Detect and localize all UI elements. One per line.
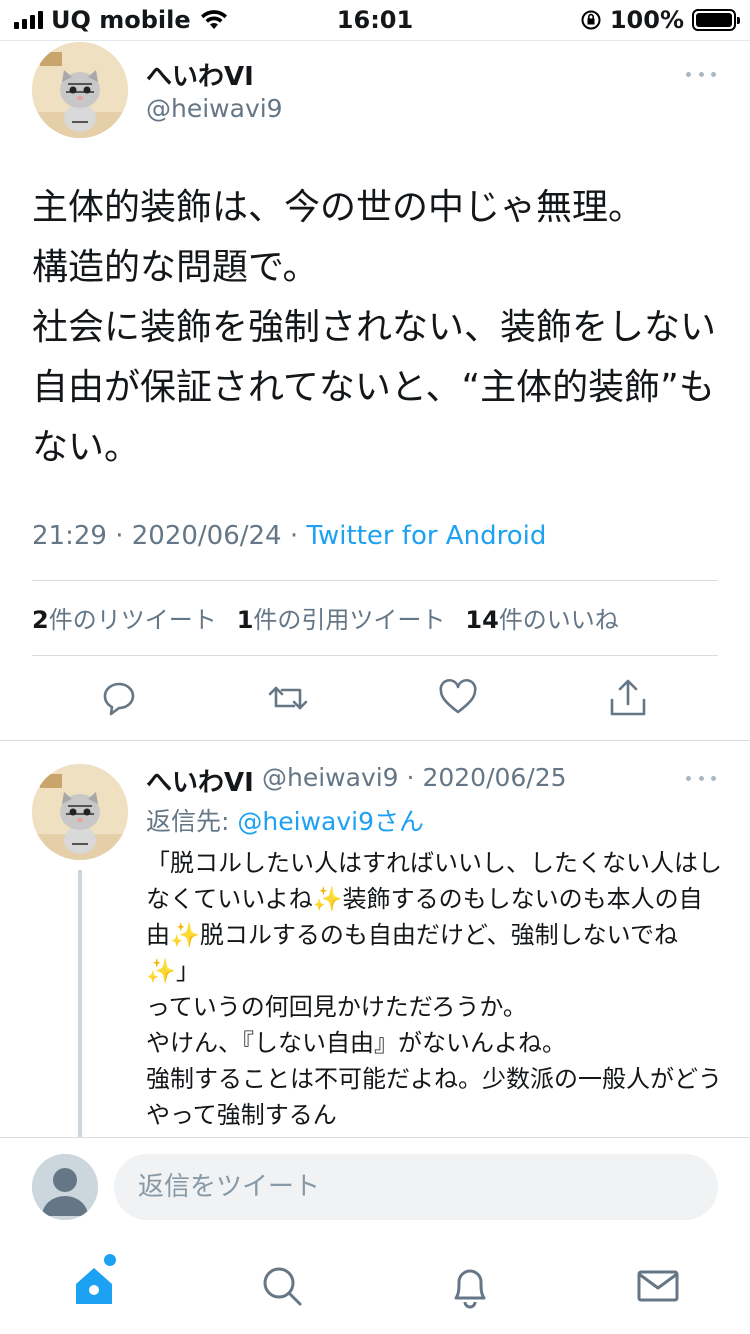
replying-to: 返信先: @heiwavi9さん (146, 802, 424, 838)
retweets-count: 2 (32, 606, 49, 634)
likes-stat[interactable]: 14件のいいね (465, 600, 618, 635)
reply-date: 2020/06/25 (422, 763, 567, 792)
divider (0, 740, 750, 741)
reply-author-name[interactable]: へいわVI (146, 762, 254, 799)
meta-separator: · (406, 763, 423, 792)
bell-icon[interactable] (446, 1262, 494, 1310)
battery-label: 100% (609, 6, 684, 34)
share-icon[interactable] (606, 676, 650, 720)
replying-to-label: 返信先: (146, 807, 230, 836)
orientation-lock-icon (581, 10, 601, 30)
author-name[interactable]: へいわVI (146, 56, 254, 93)
tweet-date: 2020/06/24 (131, 521, 282, 551)
retweets-label: 件のリツイート (48, 606, 217, 634)
quotes-count: 1 (236, 606, 254, 634)
mail-icon[interactable] (634, 1262, 682, 1310)
default-avatar-icon (32, 1154, 98, 1220)
likes-count: 14 (465, 606, 499, 634)
quotes-stat[interactable]: 1件の引用ツイート (237, 600, 446, 635)
divider (32, 580, 718, 581)
reply-author-handle[interactable]: @heiwavi9 (262, 763, 399, 792)
search-icon[interactable] (258, 1262, 306, 1310)
author-handle[interactable]: @heiwavi9 (146, 94, 283, 123)
battery-icon (692, 9, 740, 31)
tweet-meta: 21:29 · 2020/06/24 · Twitter for Android (32, 521, 546, 551)
status-bar: UQ mobile 16:01 100% (0, 0, 750, 40)
tweet-time: 21:29 (32, 521, 107, 551)
replying-to-handle[interactable]: @heiwavi9さん (237, 807, 424, 836)
more-options-icon[interactable] (686, 70, 716, 78)
reply-compose-input[interactable] (114, 1154, 718, 1220)
tweet-stats: 2件のリツイート 1件の引用ツイート 14件のいいね (32, 600, 619, 635)
tweet-text: 主体的装飾は、今の世の中じゃ無理。 構造的な問題で。 社会に装飾を強制されない、… (32, 187, 717, 468)
retweets-stat[interactable]: 2件のリツイート (32, 600, 217, 635)
meta-separator: · (115, 521, 132, 551)
author-avatar[interactable] (32, 42, 128, 138)
reply-icon[interactable] (97, 676, 141, 720)
divider (0, 1137, 750, 1138)
reply-handle-date: @heiwavi9 · 2020/06/25 (262, 763, 567, 792)
reply-text: 「脱コルしたい人はすればいいし、したくない人はしなくていいよね✨装飾するのもしな… (146, 849, 722, 1129)
heart-icon[interactable] (436, 676, 480, 720)
likes-label: 件のいいね (498, 606, 619, 634)
retweet-icon[interactable] (266, 676, 310, 720)
quotes-label: 件の引用ツイート (253, 606, 446, 634)
divider (0, 40, 750, 41)
meta-separator: · (289, 521, 307, 551)
cat-figure-icon (32, 764, 128, 860)
thread-line (78, 870, 82, 1138)
reply-author-avatar[interactable] (32, 764, 128, 860)
cat-figure-icon (32, 42, 128, 138)
reply-more-options-icon[interactable] (686, 774, 716, 782)
divider (32, 655, 718, 656)
home-icon[interactable] (70, 1262, 118, 1310)
status-right: 100% (580, 6, 740, 34)
tweet-source-link[interactable]: Twitter for Android (306, 521, 546, 551)
user-avatar[interactable] (32, 1154, 98, 1220)
